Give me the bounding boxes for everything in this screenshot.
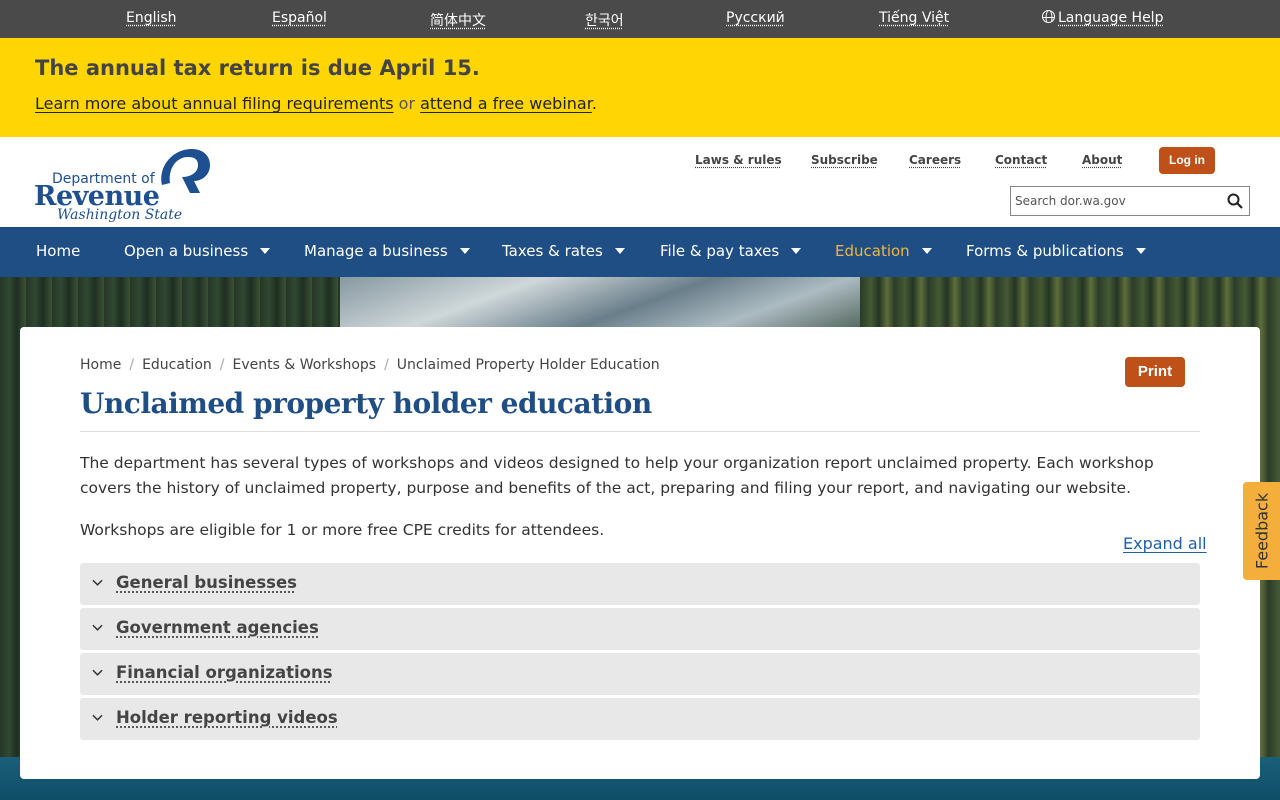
language-bar: English Español 简体中文 한국어 Русский Tiếng V… [0,0,1280,38]
language-russian[interactable]: Русский [726,10,785,26]
feedback-tab[interactable]: Feedback [1243,482,1280,580]
accordion-label: General businesses [116,573,297,592]
caret-down-icon [459,248,470,254]
breadcrumb-home[interactable]: Home [80,357,121,373]
nav-manage-business-label: Manage a business [304,242,448,260]
breadcrumb-separator: / [219,357,225,373]
search-box [1010,186,1250,216]
accordion-label: Holder reporting videos [116,708,338,727]
language-english[interactable]: English [126,10,177,26]
annual-filing-link[interactable]: Learn more about annual filing requireme… [35,94,394,113]
main-nav: Home Open a business Manage a business T… [0,227,1280,277]
expand-all-link[interactable]: Expand all [1123,534,1207,553]
breadcrumb-separator: / [129,357,135,373]
caret-down-icon [614,248,625,254]
nav-open-business[interactable]: Open a business [124,242,271,260]
title-divider [80,431,1200,432]
page-title: Unclaimed property holder education [80,387,652,420]
careers-link[interactable]: Careers [909,153,961,167]
nav-forms-publications-label: Forms & publications [966,242,1124,260]
laws-rules-link[interactable]: Laws & rules [695,153,782,167]
breadcrumb-events-workshops[interactable]: Events & Workshops [232,357,376,373]
language-help-label: Language Help [1058,10,1164,26]
language-help-link[interactable]: Language Help [1042,10,1163,26]
chevron-down-icon [92,579,103,586]
intro-paragraph: The department has several types of work… [80,454,1154,497]
search-input[interactable] [1011,187,1221,215]
alert-message: Learn more about annual filing requireme… [35,94,597,113]
alert-or-text: or [398,94,416,113]
breadcrumb-separator: / [384,357,389,373]
breadcrumb-current: Unclaimed Property Holder Education [396,357,660,373]
nav-taxes-rates[interactable]: Taxes & rates [502,242,625,260]
dor-logo[interactable]: Department of Revenue Washington State [34,145,214,223]
accordion-holder-reporting-videos[interactable]: Holder reporting videos [80,698,1200,740]
accordion-government-agencies[interactable]: Government agencies [80,608,1200,650]
nav-home[interactable]: Home [36,242,80,260]
globe-icon [1042,10,1055,23]
nav-open-business-label: Open a business [124,242,249,260]
alert-title: The annual tax return is due April 15. [35,56,480,80]
language-korean[interactable]: 한국어 [585,10,624,30]
nav-education-label: Education [835,242,910,260]
language-chinese[interactable]: 简体中文 [430,10,486,30]
cpe-paragraph: Workshops are eligible for 1 or more fre… [80,521,605,539]
caret-down-icon [921,248,932,254]
accordion-label: Government agencies [116,618,319,637]
nav-forms-publications[interactable]: Forms & publications [966,242,1146,260]
accordion-general-businesses[interactable]: General businesses [80,563,1200,605]
accordion-financial-organizations[interactable]: Financial organizations [80,653,1200,695]
chevron-down-icon [92,669,103,676]
accordion-label: Financial organizations [116,663,333,682]
about-link[interactable]: About [1082,153,1122,167]
dor-logo-mark-icon [161,149,210,193]
chevron-down-icon [92,714,103,721]
feedback-label: Feedback [1252,492,1271,570]
search-icon[interactable] [1227,193,1243,209]
print-button[interactable]: Print [1125,357,1185,387]
nav-education[interactable]: Education [835,242,932,260]
webinar-link[interactable]: attend a free webinar [420,94,592,113]
login-button[interactable]: Log in [1159,147,1215,174]
breadcrumb: Home / Education / Events & Workshops / Unclai… [80,357,660,373]
logo-state-text: Washington State [57,207,183,223]
caret-down-icon [1135,248,1146,254]
alert-period: . [591,94,597,113]
subscribe-link[interactable]: Subscribe [811,153,878,167]
breadcrumb-education[interactable]: Education [142,357,212,373]
caret-down-icon [260,248,271,254]
nav-manage-business[interactable]: Manage a business [304,242,470,260]
site-header: Department of Revenue Washington State L… [0,137,1280,227]
nav-file-pay-taxes-label: File & pay taxes [660,242,780,260]
alert-banner: The annual tax return is due April 15. L… [0,38,1280,137]
contact-link[interactable]: Contact [995,153,1047,167]
content-card: Home / Education / Events & Workshops / Unclai… [20,327,1260,779]
chevron-down-icon [92,624,103,631]
language-spanish[interactable]: Español [272,10,327,26]
nav-home-label: Home [36,242,81,260]
nav-file-pay-taxes[interactable]: File & pay taxes [660,242,802,260]
caret-down-icon [791,248,802,254]
nav-taxes-rates-label: Taxes & rates [502,242,603,260]
language-vietnamese[interactable]: Tiếng Việt [879,10,949,26]
